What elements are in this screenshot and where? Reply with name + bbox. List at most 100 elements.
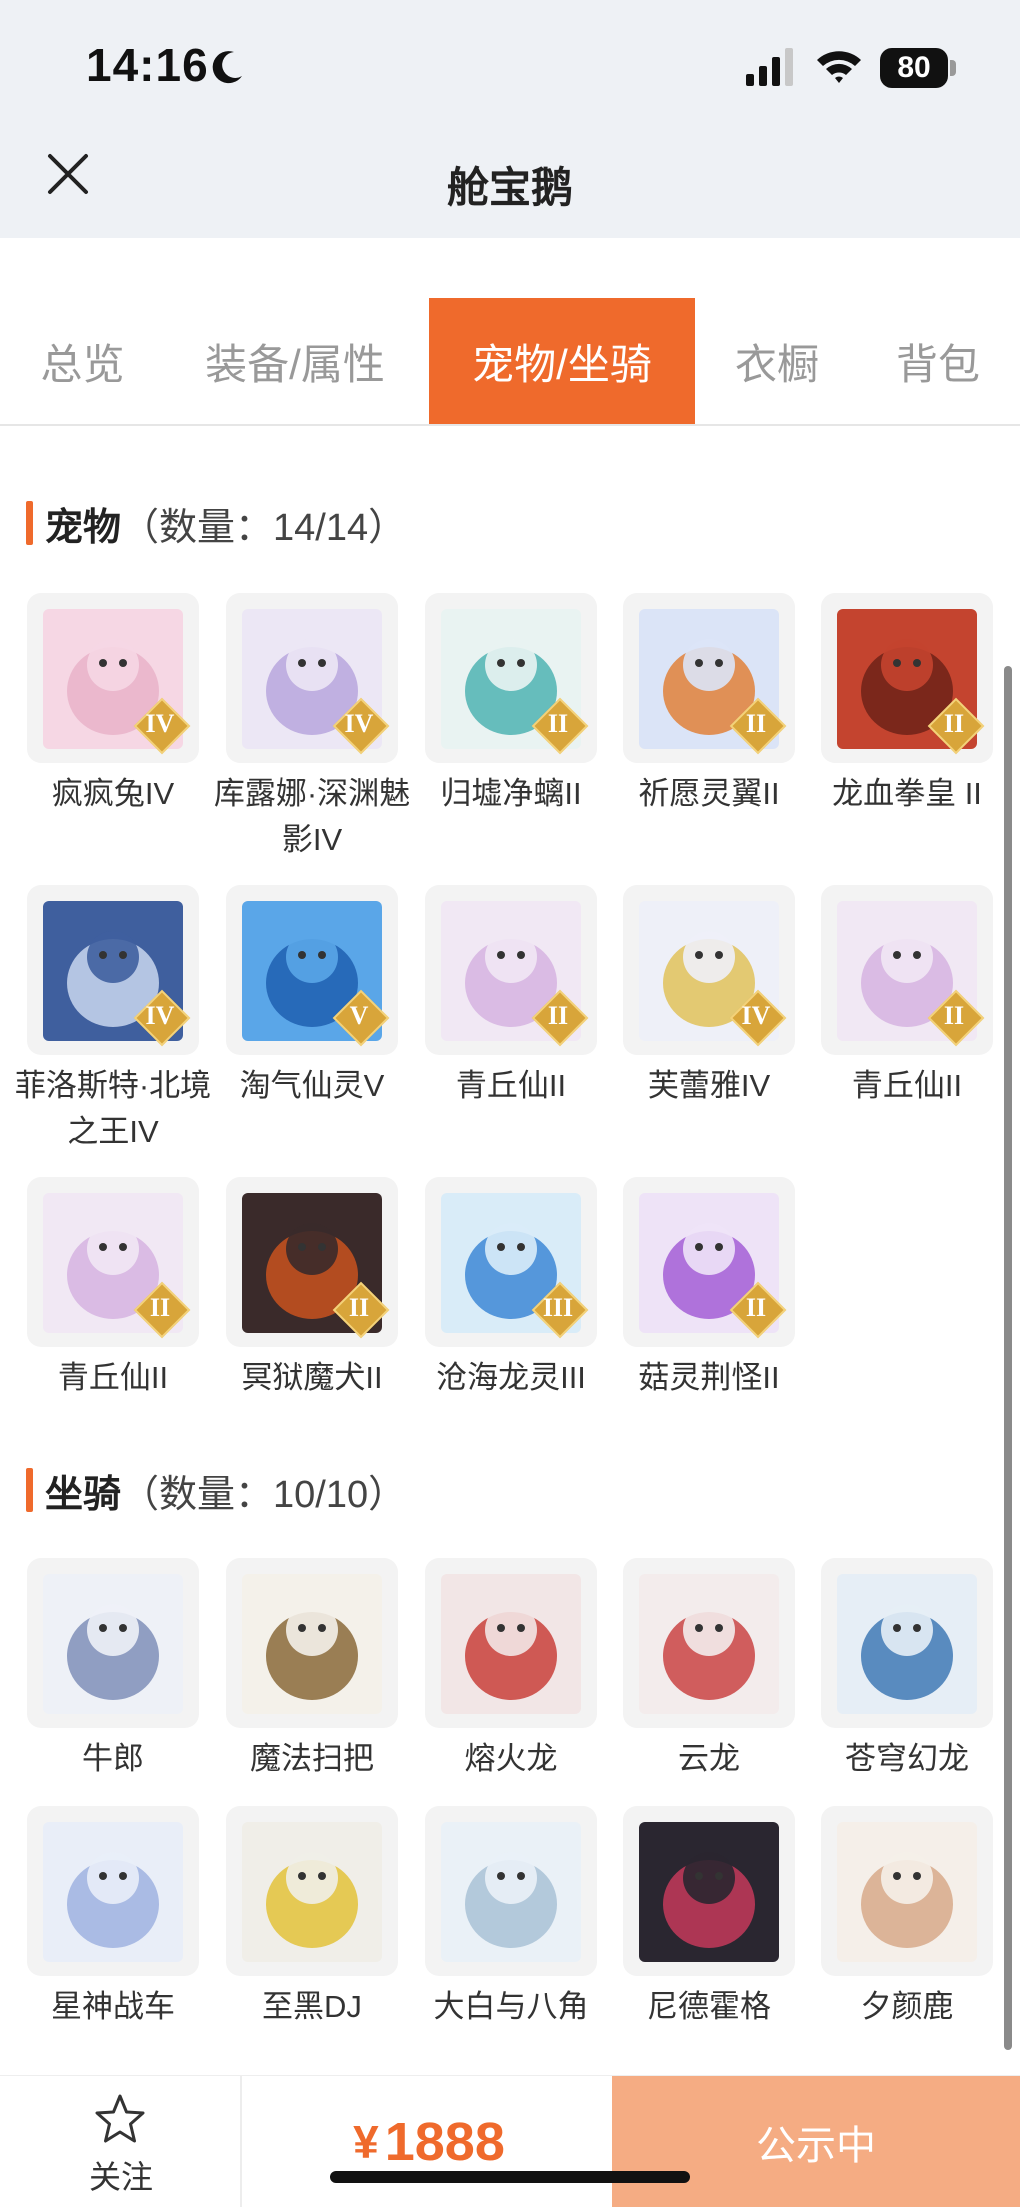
rank-label: II — [547, 1001, 569, 1030]
item-thumbnail — [27, 1558, 199, 1728]
item-name: 沧海龙灵III — [436, 1360, 586, 1395]
item-thumbnail: IV — [226, 593, 398, 763]
item-thumbnail: II — [821, 593, 993, 763]
rank-label: II — [745, 709, 767, 738]
rank-label: II — [348, 1293, 370, 1322]
item-name: 苍穹幻龙 — [845, 1741, 969, 1776]
magic-broom-icon — [242, 1574, 382, 1714]
item-thumbnail: II — [425, 593, 597, 763]
item-name: 至黑DJ — [262, 1989, 362, 2024]
rank-label: II — [149, 1293, 171, 1322]
black-dragon-icon — [639, 1822, 779, 1962]
rank-badge: IV — [133, 697, 187, 751]
sky-dragon-icon — [837, 1574, 977, 1714]
item-name: 云龙 — [678, 1741, 740, 1776]
item-thumbnail: IV — [27, 593, 199, 763]
bottom-action-bar: 关注 ¥ 1888 公示中 — [0, 2075, 1020, 2207]
tab-bar: 总览 装备/属性 宠物/坐骑 衣橱 背包 — [0, 298, 1020, 426]
item-thumbnail: II — [623, 1177, 795, 1347]
blossom-deer-icon — [837, 1822, 977, 1962]
rank-label: IV — [741, 1001, 771, 1030]
tab-backpack[interactable]: 背包 — [868, 298, 1008, 424]
item-name: 尼德霍格 — [647, 1989, 771, 2024]
wifi-icon — [817, 51, 861, 83]
item-name: 龙血拳皇 II — [832, 776, 982, 811]
rank-label: II — [745, 1293, 767, 1322]
item-thumbnail: III — [425, 1177, 597, 1347]
item-name: 魔法扫把 — [250, 1741, 374, 1776]
star-chariot-icon — [43, 1822, 183, 1962]
lava-dragon-icon — [441, 1574, 581, 1714]
item-name: 菲洛斯特·北境之王IV — [14, 1068, 212, 1149]
ox-mount-icon — [43, 1574, 183, 1714]
rank-badge: II — [133, 1281, 187, 1335]
cellular-signal-icon — [746, 48, 793, 86]
item-name: 青丘仙II — [851, 1068, 963, 1103]
item-thumbnail: II — [425, 885, 597, 1055]
price: ¥ 1888 — [244, 2076, 614, 2207]
mounts-count: （数量：10/10） — [121, 1473, 407, 1516]
item-name: 冥狱魔犬II — [241, 1360, 383, 1395]
item-thumbnail — [226, 1806, 398, 1976]
rank-label: IV — [344, 709, 374, 738]
rank-badge: II — [531, 989, 585, 1043]
item-thumbnail: II — [821, 885, 993, 1055]
home-indicator — [330, 2171, 690, 2183]
item-thumbnail — [623, 1558, 795, 1728]
item-thumbnail — [425, 1558, 597, 1728]
tab-equipment-attributes[interactable]: 装备/属性 — [175, 298, 415, 424]
item-thumbnail: II — [226, 1177, 398, 1347]
pets-section-title: 宠物 （数量：14/14） — [26, 498, 407, 549]
section-accent-bar — [26, 1468, 33, 1512]
tab-pets-mounts[interactable]: 宠物/坐骑 — [429, 298, 695, 424]
rank-badge: IV — [332, 697, 386, 751]
rank-badge: II — [729, 697, 783, 751]
item-name: 青丘仙II — [455, 1068, 567, 1103]
rank-badge: II — [332, 1281, 386, 1335]
mounts-title: 坐骑 — [45, 1473, 122, 1516]
price-value: 1888 — [384, 2112, 505, 2172]
item-thumbnail: IV — [27, 885, 199, 1055]
pets-count: （数量：14/14） — [121, 506, 407, 549]
rank-badge: II — [927, 989, 981, 1043]
item-name: 星神战车 — [51, 1989, 175, 2024]
item-thumbnail — [821, 1806, 993, 1976]
rank-label: IV — [145, 709, 175, 738]
tab-overview[interactable]: 总览 — [10, 298, 155, 424]
rank-badge: II — [927, 697, 981, 751]
rank-label: II — [547, 709, 569, 738]
item-name: 淘气仙灵V — [239, 1068, 385, 1103]
white-whale-icon — [441, 1822, 581, 1962]
rank-badge: II — [729, 1281, 783, 1335]
item-thumbnail: V — [226, 885, 398, 1055]
battery-cap — [950, 60, 956, 76]
rank-label: III — [542, 1293, 574, 1322]
rank-badge: IV — [729, 989, 783, 1043]
item-name: 熔火龙 — [464, 1741, 558, 1776]
currency-symbol: ¥ — [353, 2116, 379, 2168]
tab-wardrobe[interactable]: 衣橱 — [712, 298, 842, 424]
item-name: 疯疯兔IV — [51, 776, 175, 811]
rank-badge: IV — [133, 989, 187, 1043]
item-thumbnail — [623, 1806, 795, 1976]
item-thumbnail: II — [623, 593, 795, 763]
rank-label: V — [349, 1001, 369, 1030]
battery-indicator: 80 — [880, 48, 948, 88]
item-name: 牛郎 — [82, 1741, 144, 1776]
item-name: 青丘仙II — [57, 1360, 169, 1395]
rank-label: II — [943, 709, 965, 738]
star-icon — [95, 2094, 145, 2143]
follow-button[interactable]: 关注 — [0, 2076, 242, 2207]
item-name: 归墟净螭II — [440, 776, 582, 811]
moon-icon — [212, 51, 242, 84]
scrollbar[interactable] — [1004, 666, 1012, 2050]
rank-badge: V — [332, 989, 386, 1043]
follow-label: 关注 — [88, 2159, 153, 2195]
item-thumbnail: IV — [623, 885, 795, 1055]
item-name: 大白与八角 — [433, 1989, 589, 2024]
item-thumbnail — [821, 1558, 993, 1728]
rank-badge: II — [531, 697, 585, 751]
publicity-status-button[interactable]: 公示中 — [612, 2076, 1020, 2207]
item-thumbnail — [425, 1806, 597, 1976]
cloud-dragon-icon — [639, 1574, 779, 1714]
